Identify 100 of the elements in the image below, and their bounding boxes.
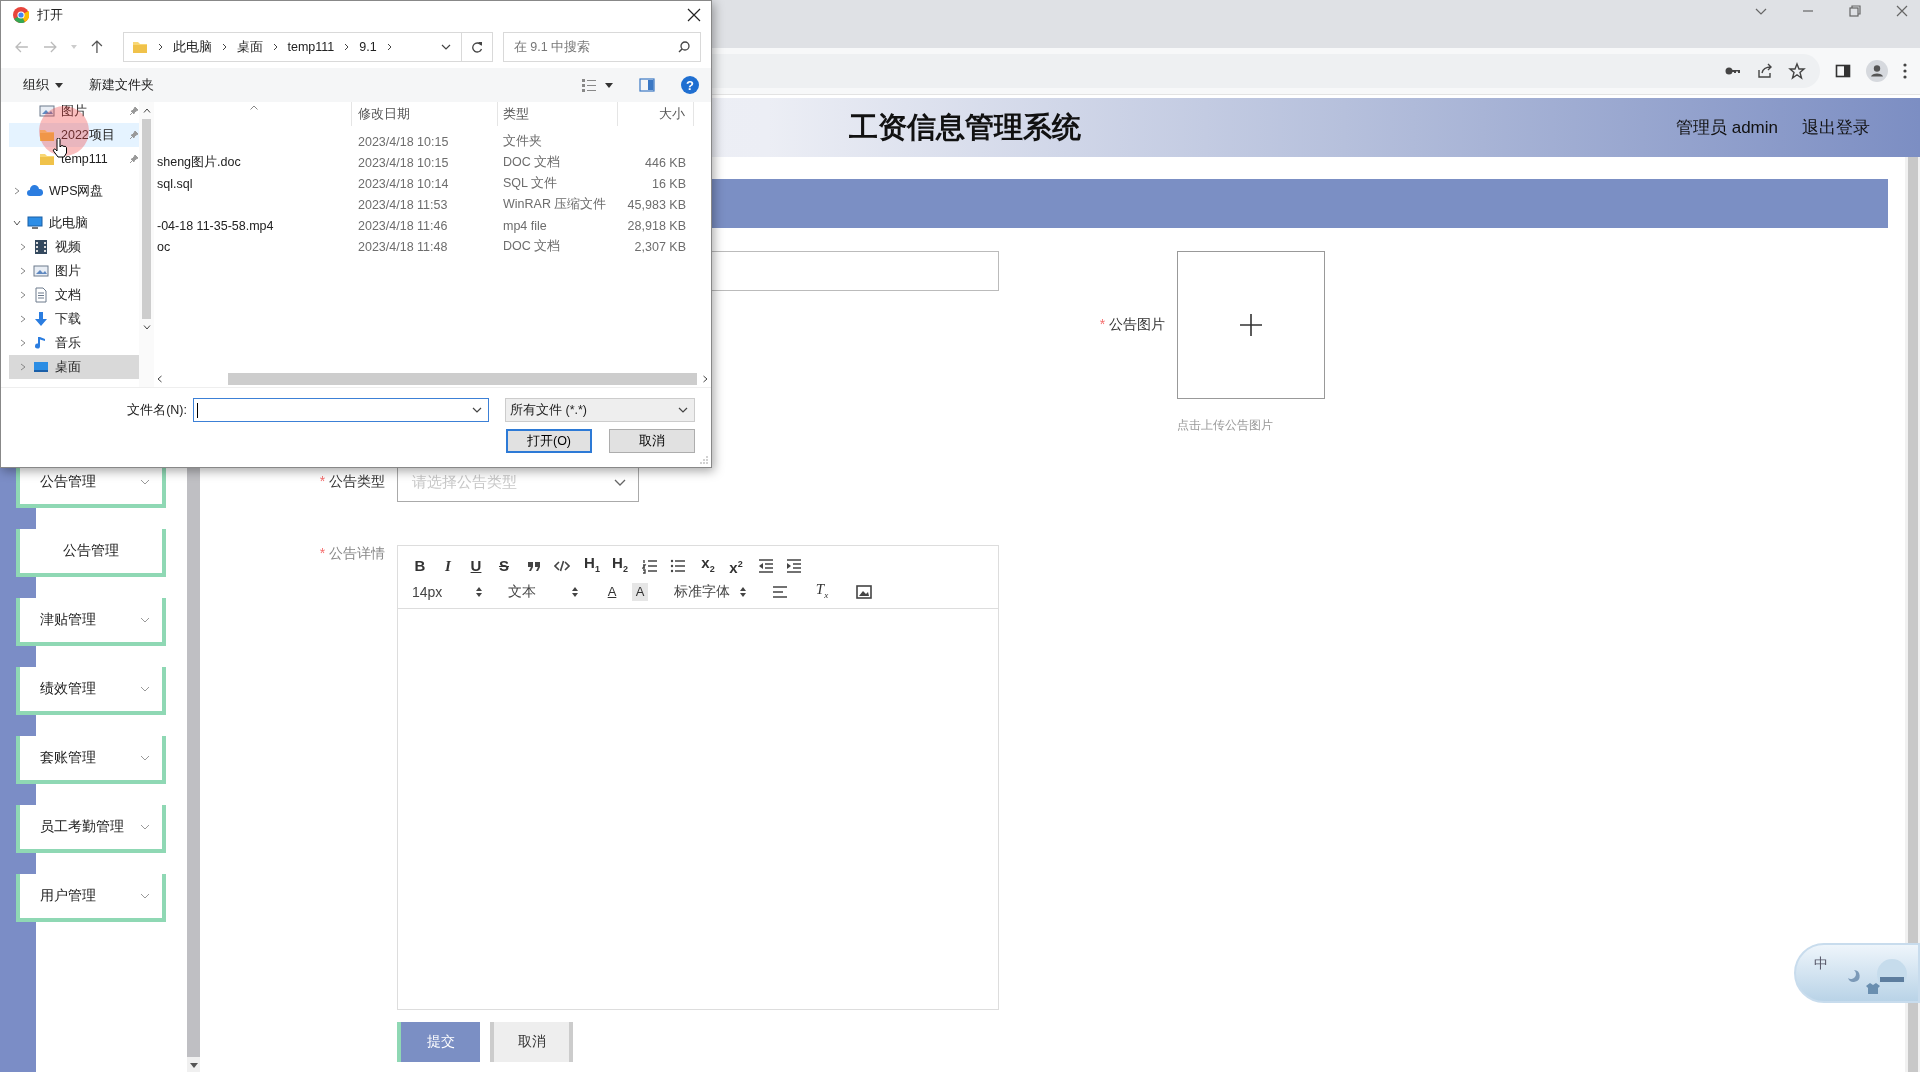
breadcrumb[interactable]: temp111 [287,40,335,54]
menu-item[interactable]: 套账管理 [16,736,166,784]
bullet-list-icon[interactable] [670,558,686,574]
command-button[interactable]: 新建文件夹 [89,76,154,94]
format-button[interactable]: T$_{x}$ [814,580,830,604]
format-button[interactable]: I [440,557,456,575]
nav-item[interactable]: 文档 [9,283,139,307]
ime-toolbar[interactable]: 中 [1794,943,1920,1003]
chevron-right-icon [272,43,278,51]
chevron-down-icon [140,479,150,485]
cloud-icon [27,183,43,199]
outdent-icon[interactable] [758,558,774,574]
file-name[interactable]: sql.sql [157,176,193,191]
logout-link[interactable]: 退出登录 [1802,116,1870,139]
align-icon[interactable] [772,584,788,600]
format-button[interactable]: B [412,557,428,575]
format-button[interactable]: S [496,557,512,575]
search-field[interactable]: 在 9.1 中搜索 [502,32,701,62]
sort-up-icon[interactable] [250,105,258,110]
chevron-down-icon [472,407,482,413]
nav-item[interactable]: WPS网盘 [9,179,139,203]
nav-item[interactable]: 桌面 [9,355,139,379]
menu-item[interactable]: 员工考勤管理 [16,805,166,853]
menu-label: 津贴管理 [40,611,96,629]
dialog-title: 打开 [37,6,64,24]
format-select[interactable]: 文本 [508,583,578,601]
ime-mode-label[interactable]: 中 [1814,955,1828,973]
nav-item[interactable]: 下载 [9,307,139,331]
restore-icon[interactable] [1847,3,1863,19]
chevron-right-icon [386,43,392,51]
cancel-button[interactable]: 取消 [490,1022,573,1062]
nav-item[interactable]: 视频 [9,235,139,259]
close-icon[interactable] [687,8,701,22]
caret-icon[interactable] [605,82,613,88]
filename-field[interactable] [193,398,489,422]
nav-item[interactable]: 图片 [9,102,139,123]
updown-icon [476,587,482,597]
column-header[interactable]: 大小 [618,102,694,126]
file-type-select[interactable]: 所有文件 (*.*) [505,398,695,422]
file-size: 2,307 KB [634,239,686,254]
updown-icon [740,587,746,597]
image-icon[interactable] [856,585,872,599]
nav-item[interactable]: 2022项目 [9,123,139,147]
file-name[interactable]: sheng图片.doc [157,154,241,171]
open-button[interactable]: 打开(O) [506,429,592,453]
nav-item[interactable]: 音乐 [9,331,139,355]
chevron-down-icon [140,824,150,830]
code-icon[interactable] [554,558,570,574]
help-button[interactable]: ? [681,76,699,94]
breadcrumb[interactable]: 桌面 [236,38,263,56]
scrollbar[interactable] [139,102,154,387]
chevron-right-icon [221,43,227,51]
scroll-down-icon[interactable] [189,1063,198,1068]
preview-pane-icon[interactable] [639,78,655,92]
file-name[interactable]: -04-18 11-35-58.mp4 [157,218,274,233]
format-button[interactable]: H$_{1}$ [584,554,600,578]
nav-item[interactable]: 图片 [9,259,139,283]
scroll-left-icon [157,374,162,383]
format-select[interactable]: 14px [412,584,482,600]
format-button[interactable]: U [468,557,484,575]
up-icon[interactable] [90,40,103,54]
menu-label: 员工考勤管理 [40,818,124,836]
format-select[interactable]: 标准字体 [674,583,746,601]
star-icon[interactable] [1788,62,1806,80]
breadcrumb[interactable]: 此电脑 [172,38,212,56]
path-bar[interactable]: 此电脑 桌面 temp111 9.1 [122,32,493,62]
breadcrumb[interactable]: 9.1 [359,40,377,54]
file-date: 2023/4/18 10:15 [358,134,449,149]
folder-icon [39,127,55,143]
format-button[interactable]: A [604,583,620,601]
upload-box[interactable] [1177,251,1325,399]
ordered-list-icon[interactable] [642,558,658,574]
chevron-down-icon[interactable] [440,44,451,50]
menu-item[interactable]: 绩效管理 [16,667,166,715]
file-size: 45,983 KB [627,197,686,212]
file-date: 2023/4/18 10:14 [358,176,449,191]
column-header[interactable]: 类型 [498,102,618,126]
menu-item[interactable]: 津贴管理 [16,598,166,646]
cancel-button[interactable]: 取消 [609,429,695,453]
chevron-down-icon [678,407,688,413]
nav-item[interactable]: 此电脑 [9,211,139,235]
view-options-icon[interactable] [581,78,597,92]
menu-item[interactable]: 用户管理 [16,874,166,922]
menu-label: 套账管理 [40,749,96,767]
command-button[interactable]: 组织 [23,76,63,94]
format-button[interactable]: x$_{2}$ [700,554,716,578]
profile-icon[interactable] [1866,60,1888,82]
share-icon[interactable] [1756,62,1774,80]
menu-label: 用户管理 [40,887,96,905]
menu-icon[interactable] [1902,62,1908,80]
scrollbar-thumb[interactable] [228,372,697,385]
scrollbar-thumb[interactable] [142,119,151,319]
side-panel-icon[interactable] [1834,62,1852,80]
format-button[interactable]: H$_{2}$ [612,554,628,578]
submenu-item[interactable]: 公告管理 [16,529,166,577]
format-button[interactable]: A [632,583,648,601]
file-name[interactable]: oc [157,239,171,254]
column-header[interactable]: 修改日期 [352,102,498,126]
indent-icon[interactable] [786,558,802,574]
format-button[interactable]: x$^{2}$ [728,555,744,577]
